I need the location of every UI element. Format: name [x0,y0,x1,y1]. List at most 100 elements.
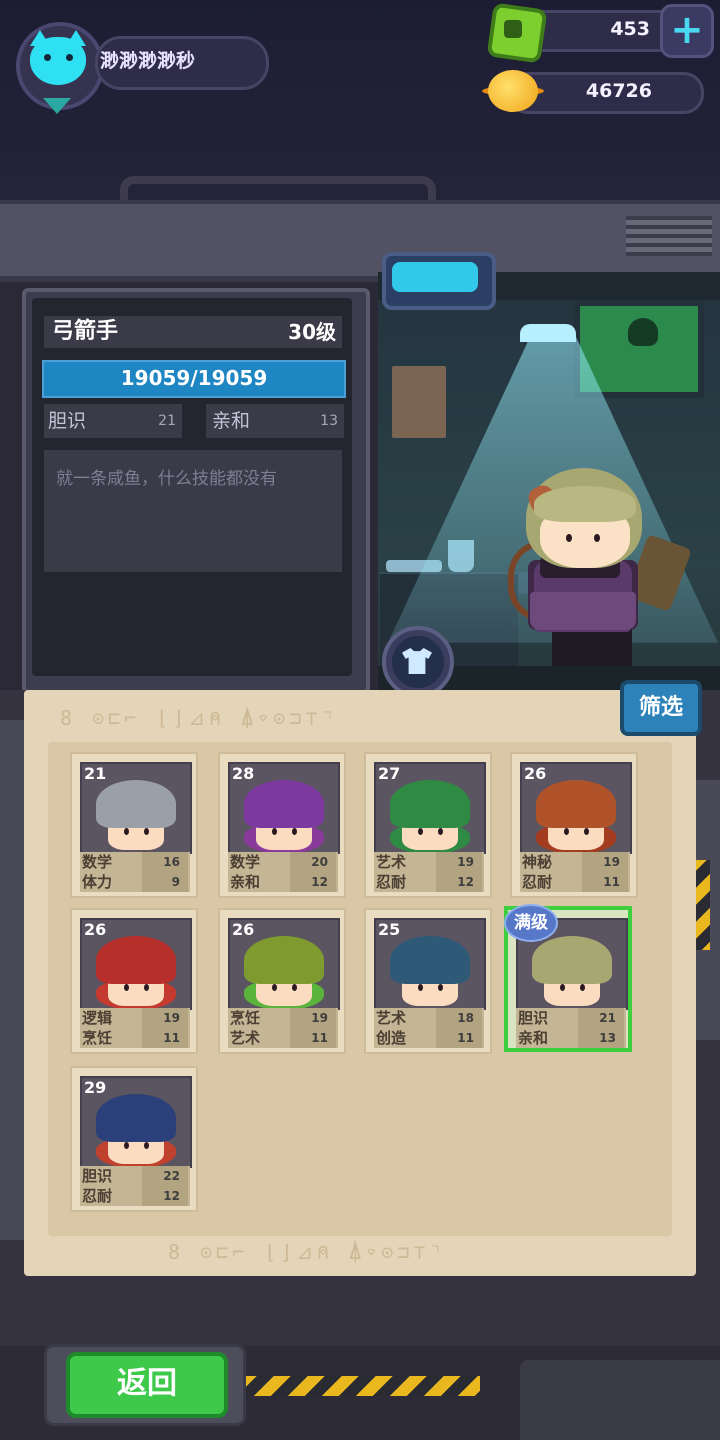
hero-card-stats: 艺术 19 忍耐 12 [374,852,484,892]
hero-card-level: 26 [524,764,547,783]
stat-row: 胆识 21 [516,1008,626,1028]
hero-eye [564,828,569,835]
stat-row: 烹饪 19 [228,1008,338,1028]
stat-row: 数学 16 [80,852,190,872]
archer-elf-icon [532,936,612,984]
hero-card-level: 21 [84,764,107,783]
stat-name: 艺术 [230,1029,261,1047]
hero-skirt [530,592,636,630]
stat-name: 胆识 [82,1167,113,1185]
hero-card-level: 26 [232,920,255,939]
stat-value: 16 [163,855,180,869]
hero-eye [144,828,149,835]
hero-card[interactable]: 28 数学 20 亲和 12 [218,752,346,898]
hero-eye [272,828,277,835]
stat-value-bg [142,872,188,892]
gem-center [504,20,522,38]
skill-description: 就一条咸鱼，什么技能都没有 [56,469,277,489]
antler-headband-icon [390,936,470,984]
add-gems-button[interactable]: + [660,4,714,58]
hero-card-level: 29 [84,1078,107,1097]
stat-row: 忍耐 12 [80,1186,190,1206]
stat-row: 创造 11 [374,1028,484,1048]
rune-border-top: 8 ⊙⊏⌐ ⌊⌋⊿⍝ ⍋⌔⊙⊐⊤⌝ [60,706,338,730]
stat-name: 逻辑 [82,1009,113,1027]
hero-eye [438,984,443,991]
stat-row: 神秘 19 [520,852,630,872]
hero-eye [272,984,277,991]
stat-name: 亲和 [230,873,261,891]
hero-card[interactable]: 25 艺术 18 创造 11 [364,908,492,1054]
hero-card[interactable]: 26 神秘 19 忍耐 11 [510,752,638,898]
hero-eye [580,984,585,991]
hero-eye [584,828,589,835]
hero-card-stats: 胆识 21 亲和 13 [516,1008,626,1048]
stat-row: 艺术 19 [374,852,484,872]
stat-row: 亲和 12 [228,872,338,892]
skull-icon [628,318,658,346]
stat-name: 艺术 [376,853,407,871]
hero-card[interactable]: 26 烹饪 19 艺术 11 [218,908,346,1054]
hero-card-stats: 烹饪 19 艺术 11 [228,1008,338,1048]
stat-value: 19 [603,855,620,869]
stat-name: 数学 [230,853,261,871]
hero-card-stats: 数学 20 亲和 12 [228,852,338,892]
knight-helmet-icon [96,780,176,828]
hero-card[interactable]: 26 逻辑 19 烹饪 11 [70,908,198,1054]
hero-portrait: 27 [374,762,486,854]
stat-row: 逻辑 19 [80,1008,190,1028]
stat-name: 烹饪 [82,1029,113,1047]
stat-value: 11 [311,1031,328,1045]
stat-row: 体力 9 [80,872,190,892]
hero-portrait: 26 [520,762,632,854]
hero-eye [124,984,129,991]
stat-value: 11 [457,1031,474,1045]
hero-card-level: 28 [232,764,255,783]
stat-value: 19 [311,1011,328,1025]
red-hood-icon [96,936,176,984]
hero-eye [292,984,297,991]
attribute-value-1: 21 [158,413,176,429]
stat-value: 9 [171,875,180,889]
stat-name: 体力 [82,873,113,891]
cat-eyes [44,54,74,64]
stat-value: 19 [457,855,474,869]
attribute-name-1: 胆识 [48,410,87,432]
hero-card-level: 27 [378,764,401,783]
back-button[interactable]: 返回 [66,1352,228,1418]
avatar-pin-icon [43,98,71,114]
purple-wizard-hat-icon [244,780,324,828]
stat-name: 烹饪 [230,1009,261,1027]
hero-card-stats: 胆识 22 忍耐 12 [80,1166,190,1206]
stat-value: 21 [599,1011,616,1025]
stat-value: 22 [163,1169,180,1183]
hero-card[interactable]: 29 胆识 22 忍耐 12 [70,1066,198,1212]
machine-band [0,200,720,282]
attribute-name-2: 亲和 [212,410,251,432]
stat-name: 忍耐 [376,873,407,891]
stat-row: 烹饪 11 [80,1028,190,1048]
stat-row: 忍耐 12 [374,872,484,892]
stat-value: 12 [457,875,474,889]
stat-name: 忍耐 [82,1187,113,1205]
hero-card-stats: 神秘 19 忍耐 11 [520,852,630,892]
hero-eye [560,984,565,991]
hero-card[interactable]: 27 艺术 19 忍耐 12 [364,752,492,898]
gem-count: 453 [610,18,650,40]
stat-name: 胆识 [518,1009,549,1027]
hero-portrait: 26 [228,918,340,1010]
hero-portrait: 29 [80,1076,192,1168]
vent-grille [626,216,712,256]
stat-value: 20 [311,855,328,869]
stat-row: 艺术 11 [228,1028,338,1048]
coin-count: 46726 [585,80,652,102]
stat-row: 亲和 13 [516,1028,626,1048]
hero-card[interactable]: 21 数学 16 体力 9 [70,752,198,898]
stat-row: 忍耐 11 [520,872,630,892]
hero-eye [144,984,149,991]
hero-eye [124,828,129,835]
wall-note [392,366,446,438]
hero-eye [144,1142,149,1149]
filter-button[interactable]: 筛选 [620,680,702,736]
max-level-badge: 满级 [504,904,558,942]
